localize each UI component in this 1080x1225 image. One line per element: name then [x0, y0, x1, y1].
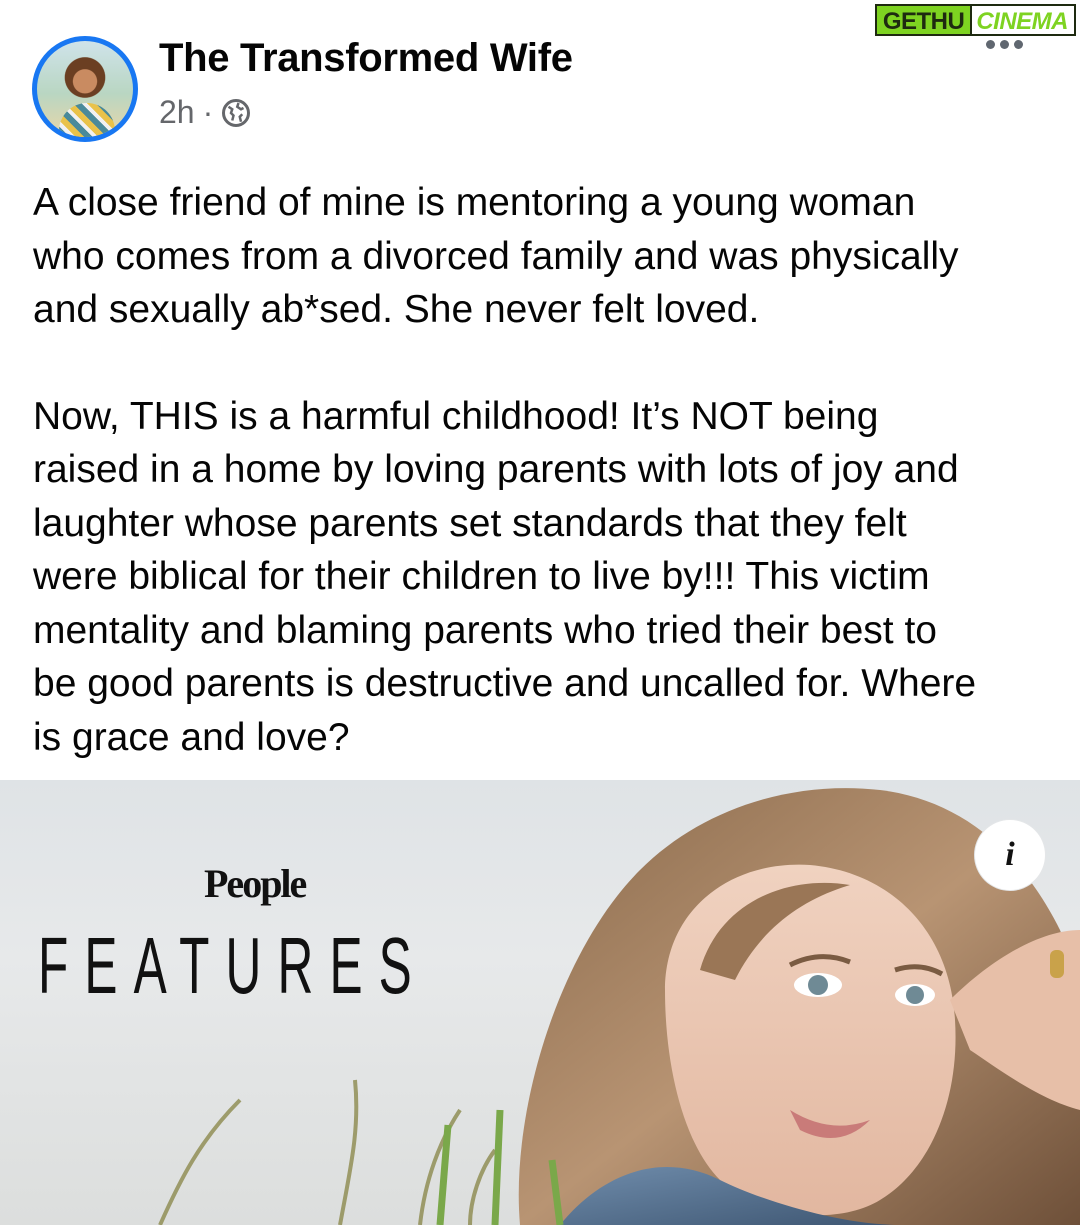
- profile-avatar[interactable]: [32, 36, 138, 142]
- post-body: A close friend of mine is mentoring a yo…: [33, 176, 1053, 764]
- section-title: FEATURES: [38, 921, 428, 1010]
- post-paragraph-1: A close friend of mine is mentoring a yo…: [33, 181, 959, 331]
- globe-icon[interactable]: [221, 98, 251, 128]
- link-preview-image[interactable]: People FEATURES i: [0, 780, 1080, 1225]
- brand-logo: People: [204, 861, 307, 906]
- post-timestamp[interactable]: 2h: [159, 94, 195, 131]
- meta-separator: ·: [202, 94, 214, 130]
- watermark-part-1: GETHU: [874, 4, 971, 36]
- watermark-part-2: CINEMA: [970, 4, 1076, 36]
- post-meta: 2h ·: [159, 94, 251, 131]
- facebook-post: The Transformed Wife 2h · GETHU CINEMA A…: [0, 0, 1080, 1225]
- post-paragraph-2: Now, THIS is a harmful childhood! It’s N…: [33, 394, 977, 759]
- info-icon[interactable]: i: [975, 820, 1045, 890]
- more-options-icon[interactable]: [986, 40, 1023, 49]
- author-name[interactable]: The Transformed Wife: [159, 36, 573, 81]
- channel-watermark: GETHU CINEMA: [874, 4, 1076, 36]
